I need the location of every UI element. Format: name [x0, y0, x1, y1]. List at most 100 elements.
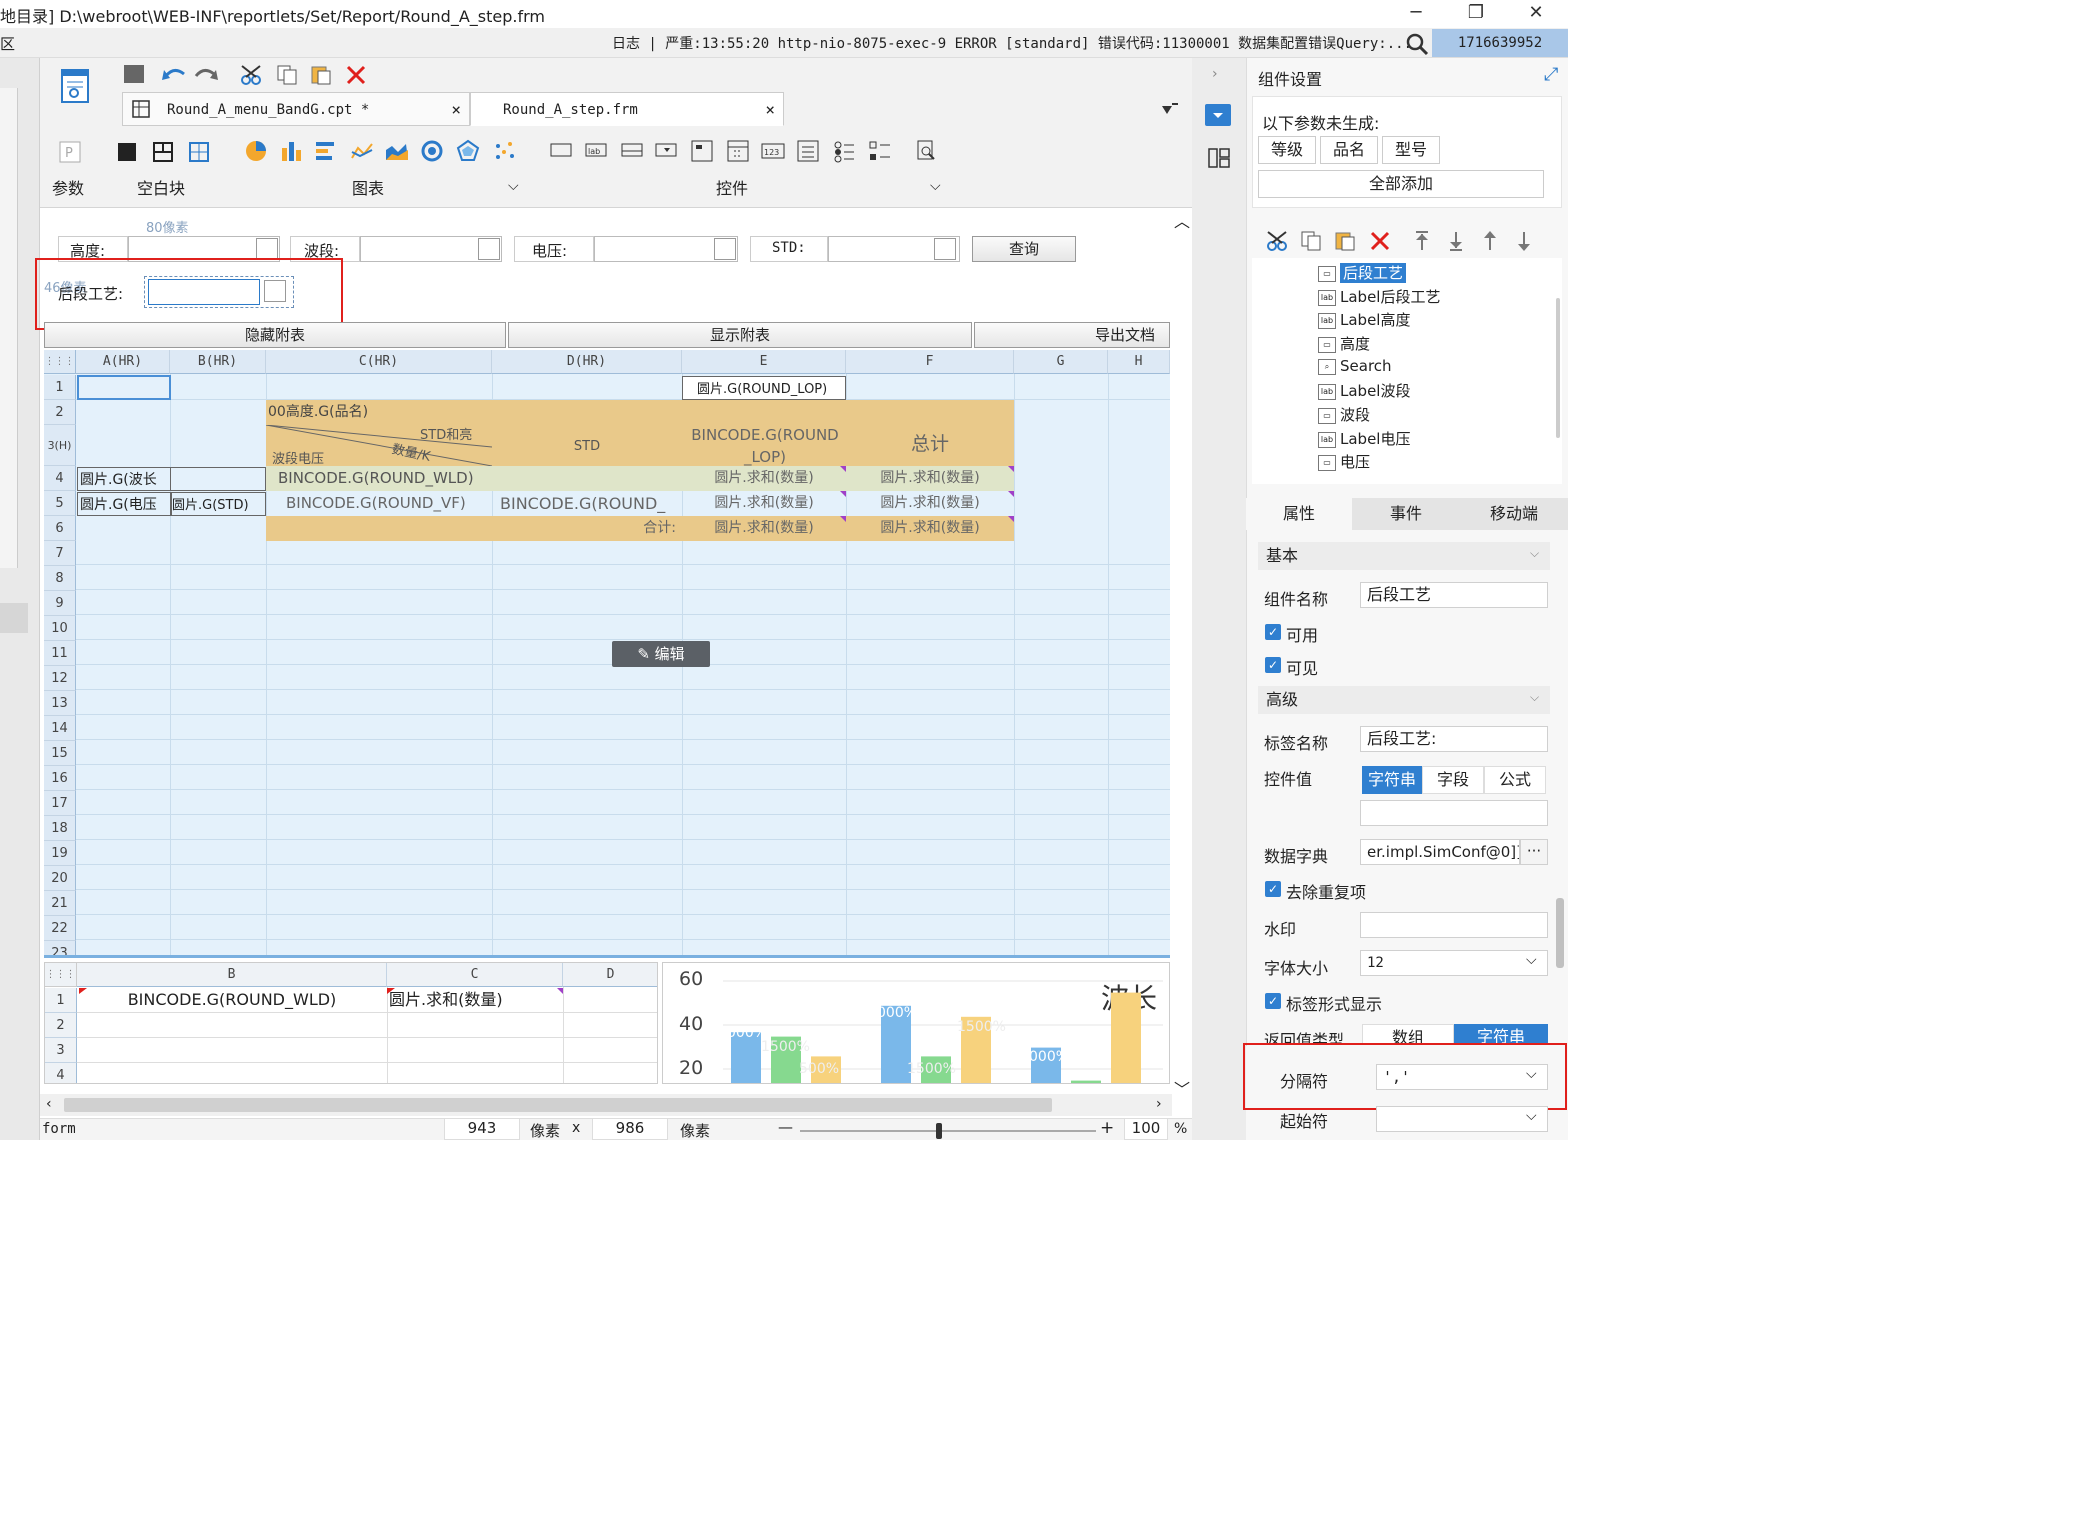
tree-item[interactable]: ⌕ Search [1318, 357, 1392, 375]
scroll-up-icon[interactable]: ︿ [1174, 208, 1190, 232]
pin-icon[interactable]: ⤢ [1544, 64, 1558, 85]
height-field[interactable]: 986 [592, 1118, 668, 1140]
horizontal-scrollbar[interactable] [64, 1098, 1052, 1112]
tree-item[interactable]: ▭ 波段 [1318, 404, 1370, 425]
tab-round-a-step[interactable]: Round_A_step.frm × [470, 92, 784, 126]
tab-properties[interactable]: 属性 [1246, 498, 1352, 530]
tree-item[interactable]: lab Label高度 [1318, 309, 1410, 330]
redo-icon[interactable] [192, 62, 218, 88]
block-icons[interactable] [116, 140, 216, 164]
dict-field[interactable]: er.impl.SimConf@0]] [1360, 839, 1520, 865]
widget-settings-icon[interactable] [1205, 104, 1231, 126]
row-header[interactable]: 17 [44, 791, 76, 816]
tree-scrollbar[interactable] [1556, 298, 1560, 438]
width-field[interactable]: 943 [444, 1118, 520, 1140]
move-top-icon[interactable] [1414, 228, 1440, 254]
dict-more-button[interactable]: ··· [1520, 839, 1548, 865]
row-header[interactable]: 19 [44, 841, 76, 866]
chevron-down-icon[interactable]: ⌵ [1530, 546, 1539, 561]
cut-icon[interactable] [1264, 228, 1290, 254]
hide-attached-button[interactable]: 隐藏附表 [44, 322, 506, 348]
group-params[interactable]: 参数 [52, 175, 84, 199]
move-down-icon[interactable] [1516, 228, 1542, 254]
param-chip[interactable]: 型号 [1382, 136, 1440, 164]
edit-button[interactable]: ✎ 编辑 [612, 641, 710, 667]
value-type-string[interactable]: 字符串 [1362, 766, 1422, 794]
save-icon[interactable] [122, 62, 148, 88]
scroll-left-icon[interactable]: ‹ [46, 1096, 52, 1112]
add-all-button[interactable]: 全部添加 [1258, 170, 1544, 198]
row-header[interactable]: 21 [44, 891, 76, 916]
undo-icon[interactable] [158, 62, 184, 88]
tree-item[interactable]: lab Label波段 [1318, 380, 1410, 401]
group-chart[interactable]: 图表 [352, 175, 384, 199]
row-header[interactable]: 8 [44, 566, 76, 591]
param-chip[interactable]: 等级 [1258, 136, 1316, 164]
param-chip[interactable]: 品名 [1320, 136, 1378, 164]
row-header[interactable]: 20 [44, 866, 76, 891]
zoom-slider-handle[interactable] [936, 1123, 942, 1139]
row-header[interactable]: 11 [44, 641, 76, 666]
enabled-checkbox[interactable]: ✓ [1265, 624, 1281, 640]
dropdown-icon[interactable] [478, 238, 500, 260]
chevron-down-icon[interactable]: ⌵ [1526, 952, 1537, 968]
layout-icon[interactable] [1208, 148, 1230, 168]
restore-button[interactable]: ❐ [1446, 0, 1506, 28]
group-blank-block[interactable]: 空白块 [137, 175, 185, 199]
close-window-button[interactable]: ✕ [1506, 0, 1566, 28]
row-header[interactable]: 15 [44, 741, 76, 766]
section-advanced[interactable]: 高级 [1258, 686, 1550, 714]
row-header[interactable]: 4 [45, 1063, 77, 1083]
delete-icon[interactable] [1370, 228, 1396, 254]
zoom-out-button[interactable]: — [778, 1118, 793, 1136]
value-type-field[interactable]: 字段 [1422, 766, 1484, 794]
close-icon[interactable]: × [765, 93, 775, 127]
copy-icon[interactable] [274, 62, 300, 88]
row-header[interactable]: 9 [44, 591, 76, 616]
row-header[interactable]: 22 [44, 916, 76, 941]
group-widget[interactable]: 控件 [716, 175, 748, 199]
scroll-right-icon[interactable]: › [1156, 1096, 1162, 1112]
tree-item[interactable]: lab Label电压 [1318, 428, 1410, 449]
row-header[interactable]: 14 [44, 716, 76, 741]
start-field[interactable] [1376, 1106, 1548, 1132]
param-icon[interactable]: P [58, 140, 82, 164]
tree-item[interactable]: ▭ 后段工艺 [1318, 262, 1407, 283]
tree-item[interactable]: lab Label后段工艺 [1318, 286, 1440, 307]
export-button[interactable]: 导出文档 [974, 322, 1170, 348]
zoom-in-button[interactable]: + [1100, 1118, 1114, 1138]
widget-value-field[interactable] [1360, 800, 1548, 826]
chevron-down-icon[interactable]: ⌵ [930, 178, 941, 194]
minimize-button[interactable]: ─ [1386, 0, 1446, 28]
chart-preview[interactable]: 60 40 20 波长 000% 1500% 500% 000% 1500% 1… [662, 962, 1170, 1084]
tree-item[interactable]: ▭ 高度 [1318, 333, 1370, 354]
delete-icon[interactable] [344, 62, 370, 88]
copy-icon[interactable] [1300, 228, 1326, 254]
dropdown-icon[interactable] [934, 238, 956, 260]
log-message[interactable]: 日志 | 严重:13:55:20 http-nio-8075-exec-9 ER… [612, 33, 1412, 53]
chart-type-icons[interactable] [242, 138, 522, 164]
chevron-down-icon[interactable]: ⌵ [1526, 1108, 1537, 1124]
label-style-checkbox[interactable]: ✓ [1265, 993, 1281, 1009]
search-icon[interactable] [1404, 31, 1430, 57]
font-size-select[interactable]: 12 [1360, 950, 1548, 976]
tab-mobile[interactable]: 移动端 [1460, 498, 1568, 530]
row-header[interactable]: 18 [44, 816, 76, 841]
zoom-field[interactable]: 100 [1124, 1118, 1168, 1140]
visible-checkbox[interactable]: ✓ [1265, 657, 1281, 673]
close-icon[interactable]: × [451, 93, 461, 127]
widget-type-icons[interactable]: lab 123 [548, 138, 940, 164]
return-type-string[interactable]: 字符串 [1454, 1024, 1548, 1044]
widget-name-field[interactable]: 后段工艺 [1360, 582, 1548, 608]
return-type-array[interactable]: 数组 [1362, 1024, 1454, 1044]
tree-item[interactable]: ▭ 电压 [1318, 451, 1370, 472]
show-attached-button[interactable]: 显示附表 [508, 322, 972, 348]
tab-round-a-menu[interactable]: Round_A_menu_BandG.cpt * × [122, 92, 470, 126]
paste-icon[interactable] [308, 62, 334, 88]
row-header[interactable]: 3 [45, 1038, 77, 1063]
chevron-down-icon[interactable]: ⌵ [1530, 690, 1539, 705]
watermark-field[interactable] [1360, 912, 1548, 938]
section-basic[interactable]: 基本 [1258, 542, 1550, 570]
dedupe-checkbox[interactable]: ✓ [1265, 881, 1281, 897]
report-sheet[interactable]: ⋮⋮⋮ A(HR) B(HR) C(HR) D(HR) E F G H 1 2 … [44, 350, 1170, 956]
